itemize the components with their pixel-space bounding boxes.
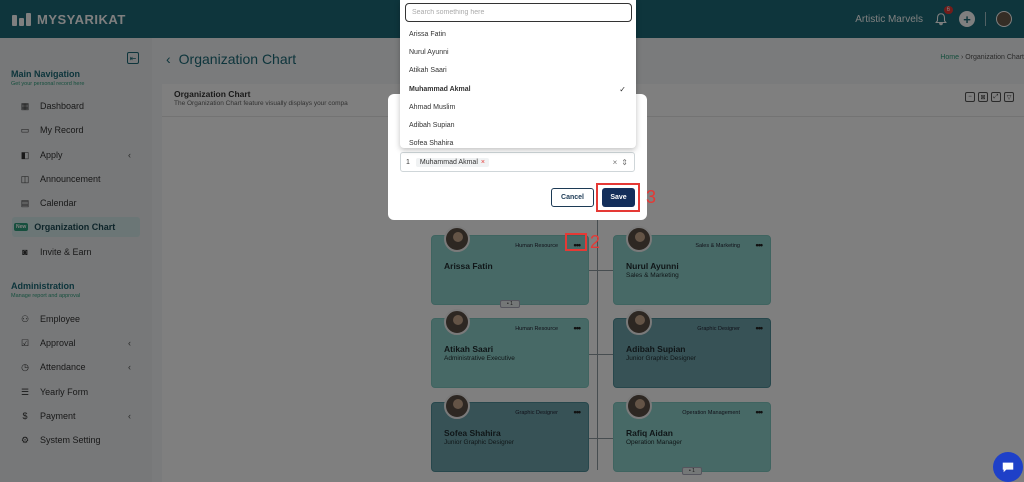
search-input[interactable] <box>405 3 632 22</box>
cancel-button[interactable]: Cancel <box>551 188 594 207</box>
dropdown-option-selected[interactable]: Muhammad Akmal ✓ <box>400 80 636 98</box>
dropdown-option[interactable]: Ahmad Muslim <box>400 98 636 116</box>
chip-label: Muhammad Akmal <box>419 158 478 166</box>
annotation-label-2: 2 <box>590 232 601 252</box>
dropdown-option[interactable]: Adibah Supian <box>400 116 636 134</box>
annotation-highlight-2 <box>565 233 587 251</box>
selected-index: 1 <box>406 158 410 166</box>
dropdown-option[interactable]: Nurul Ayunni <box>400 43 636 61</box>
employee-select[interactable]: 1 Muhammad Akmal × × ⇕ <box>400 152 635 172</box>
chevron-updown-icon[interactable]: ⇕ <box>621 158 628 167</box>
clear-icon[interactable]: × <box>613 158 618 167</box>
check-icon: ✓ <box>619 84 626 94</box>
dropdown-option[interactable]: Arissa Fatin <box>400 25 636 43</box>
annotation-label-3: 3 <box>646 187 657 207</box>
employee-dropdown: Arissa Fatin Nurul Ayunni Atikah Saari M… <box>400 0 636 148</box>
remove-chip-icon[interactable]: × <box>481 159 485 166</box>
chat-icon[interactable] <box>993 452 1023 482</box>
dropdown-option[interactable]: Atikah Saari <box>400 61 636 79</box>
annotation-highlight-3 <box>596 183 640 212</box>
dropdown-option-label: Muhammad Akmal <box>409 85 471 93</box>
selected-chip: Muhammad Akmal × <box>415 157 489 167</box>
dropdown-option[interactable]: Sofea Shahira <box>400 134 636 148</box>
